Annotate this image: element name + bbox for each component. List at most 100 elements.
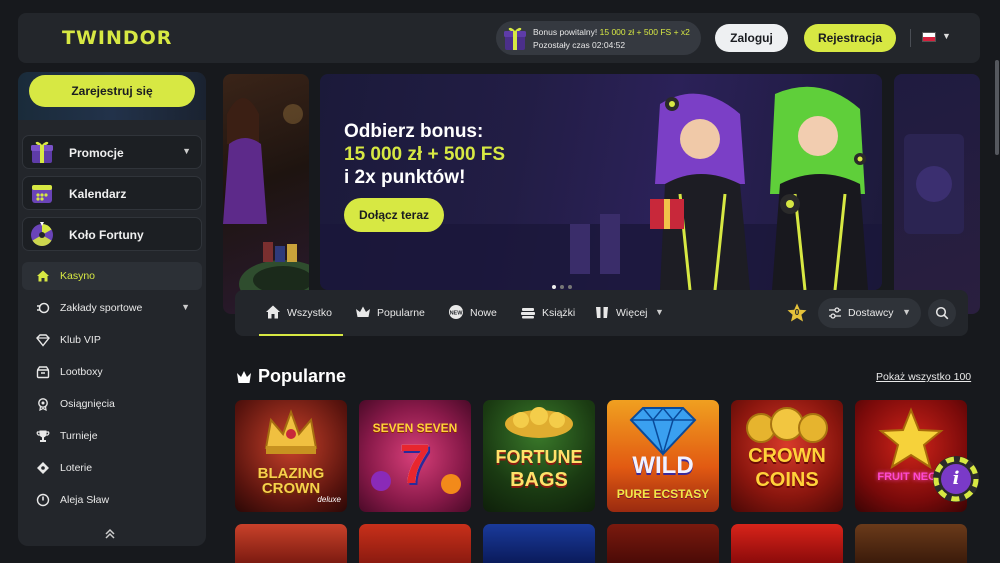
sports-ball-icon: [36, 301, 50, 315]
page-scrollbar[interactable]: [995, 60, 999, 155]
medal-icon: [36, 397, 50, 412]
show-all-link[interactable]: Pokaż wszystko 100: [876, 371, 971, 383]
section-title: Popularne: [258, 366, 347, 386]
sidebar-item-label: Kasyno: [60, 270, 96, 282]
crown-icon: [237, 371, 251, 383]
game-tile-blazing-crown[interactable]: BLAZING CROWN deluxe: [235, 400, 347, 512]
orange-icon: [441, 474, 461, 494]
favorites-star-button[interactable]: 0: [786, 302, 808, 324]
signup-button[interactable]: Zarejestruj się: [29, 75, 195, 107]
more-icon: [594, 304, 610, 320]
game-tile[interactable]: [359, 524, 471, 563]
sidebar-item-osiagniecia[interactable]: Osiągnięcia: [22, 390, 202, 418]
game-tile-crown-coins[interactable]: CROWN COINS: [731, 400, 843, 512]
bonus-text: Bonus powitalny! 15 000 zł + 500 FS + x2: [533, 27, 690, 37]
sidebar-item-turnieje[interactable]: Turnieje: [22, 422, 202, 450]
join-now-button[interactable]: Dołącz teraz: [344, 198, 444, 232]
home-icon: [36, 269, 50, 283]
sidebar-item-label: Aleja Sław: [60, 494, 110, 506]
game-tile-wild-pure-ecstasy[interactable]: WILD PURE ECSTASY: [607, 400, 719, 512]
chevron-down-icon: ▼: [181, 302, 190, 312]
fame-icon: [36, 493, 50, 507]
welcome-bonus-pill[interactable]: Bonus powitalny! 15 000 zł + 500 FS + x2…: [496, 21, 701, 55]
sidebar-item-label: Turnieje: [60, 430, 98, 442]
gold-coins-icon: [746, 407, 828, 443]
register-button[interactable]: Rejestracja: [804, 24, 896, 52]
game-tile-seven-seven[interactable]: SEVEN SEVEN 7: [359, 400, 471, 512]
casino-woman-illustration: [223, 98, 309, 308]
lottery-icon: [36, 461, 50, 475]
sidebar-item-label: Lootboxy: [60, 366, 103, 378]
sidebar-item-aleja-slaw[interactable]: Aleja Sław: [22, 486, 202, 514]
diamond-icon: [629, 406, 697, 457]
next-slide-illustration: [904, 134, 964, 234]
game-title: WILD: [632, 452, 694, 479]
tab-wszystko[interactable]: Wszystko: [259, 290, 343, 336]
gift-box-icon: [31, 141, 53, 163]
banner-next-slide[interactable]: [894, 74, 980, 314]
tab-nowe[interactable]: NEW Nowe: [448, 290, 498, 336]
game-subtitle: COINS: [755, 469, 819, 491]
chevron-down-icon: ▼: [902, 307, 911, 317]
tab-wiecej[interactable]: Więcej ▼: [594, 290, 666, 336]
game-tile[interactable]: [483, 524, 595, 563]
crown-icon: [264, 409, 318, 454]
wheel-of-fortune-icon: [31, 222, 53, 246]
sidebar-item-klub-vip[interactable]: Klub VIP: [22, 326, 202, 354]
providers-dropdown[interactable]: Dostawcy ▼: [818, 298, 921, 328]
sidebar-item-kalendarz[interactable]: Kalendarz: [22, 176, 202, 210]
books-icon: [520, 304, 536, 320]
banner-line-1: Odbierz bonus:: [344, 121, 484, 142]
game-subtitle: deluxe: [317, 495, 341, 504]
game-tile[interactable]: [731, 524, 843, 563]
tab-popularne[interactable]: Popularne: [355, 290, 427, 336]
sidebar-item-loterie[interactable]: Loterie: [22, 454, 202, 482]
diamond-icon: [36, 333, 50, 347]
search-button[interactable]: [928, 299, 956, 327]
gift-box-icon: [504, 27, 526, 50]
game-tile[interactable]: [607, 524, 719, 563]
game-subtitle: PURE ECSTASY: [616, 487, 710, 501]
tab-label: Wszystko: [287, 307, 332, 319]
banner-line-3: i 2x punktów!: [344, 167, 466, 188]
sidebar-item-label: Klub VIP: [60, 334, 101, 346]
sidebar-item-promocje[interactable]: Promocje ▼: [22, 135, 202, 169]
chevron-down-icon[interactable]: ▼: [942, 31, 951, 41]
game-subtitle: BAGS: [510, 469, 568, 491]
banner-prev-slide[interactable]: [223, 74, 309, 314]
game-tile-fortune-bags[interactable]: FORTUNE BAGS: [483, 400, 595, 512]
svg-text:NEW: NEW: [450, 311, 464, 317]
sidebar-item-label: Zakłady sportowe: [60, 302, 143, 314]
calendar-icon: [32, 185, 52, 203]
sidebar-item-kasyno[interactable]: Kasyno: [22, 262, 202, 290]
top-header: TWINDOR Bonus powitalny! 15 000 zł + 500…: [18, 13, 980, 63]
sidebar-item-label: Loterie: [60, 462, 93, 474]
carousel-dots[interactable]: [552, 276, 576, 290]
game-title: FORTUNE: [495, 447, 583, 467]
collapse-chevron-up-icon[interactable]: [104, 528, 116, 543]
sidebar-item-label: Koło Fortuny: [69, 228, 144, 242]
page: TWINDOR Bonus powitalny! 15 000 zł + 500…: [0, 0, 1000, 563]
providers-label: Dostawcy: [848, 307, 894, 319]
sidebar-item-lootboxy[interactable]: Lootboxy: [22, 358, 202, 386]
game-title: BLAZING CROWN: [257, 465, 325, 497]
plum-icon: [371, 471, 391, 491]
site-logo[interactable]: TWINDOR: [62, 27, 172, 49]
gold-coins-icon: [505, 407, 573, 438]
login-button[interactable]: Zaloguj: [715, 24, 788, 52]
tab-ksiazki[interactable]: Książki: [520, 290, 578, 336]
hero-banner[interactable]: Odbierz bonus: 15 000 zł + 500 FS i 2x p…: [320, 74, 882, 290]
game-title: CROWN: [748, 445, 826, 467]
info-chip-button[interactable]: i: [932, 455, 980, 503]
sidebar-item-kolo-fortuny[interactable]: Koło Fortuny: [22, 217, 202, 251]
poland-flag-icon[interactable]: [922, 32, 936, 42]
game-tile[interactable]: [235, 524, 347, 563]
tab-label: Książki: [542, 307, 576, 319]
game-tile[interactable]: [855, 524, 967, 563]
bonus-prefix: Bonus powitalny!: [533, 27, 598, 37]
filter-sliders-icon: [829, 307, 841, 319]
sidebar-item-zaklady-sportowe[interactable]: Zakłady sportowe ▼: [22, 294, 202, 322]
sidebar-item-label: Promocje: [69, 146, 124, 160]
tab-label: Popularne: [377, 307, 425, 319]
lootbox-icon: [36, 365, 50, 379]
